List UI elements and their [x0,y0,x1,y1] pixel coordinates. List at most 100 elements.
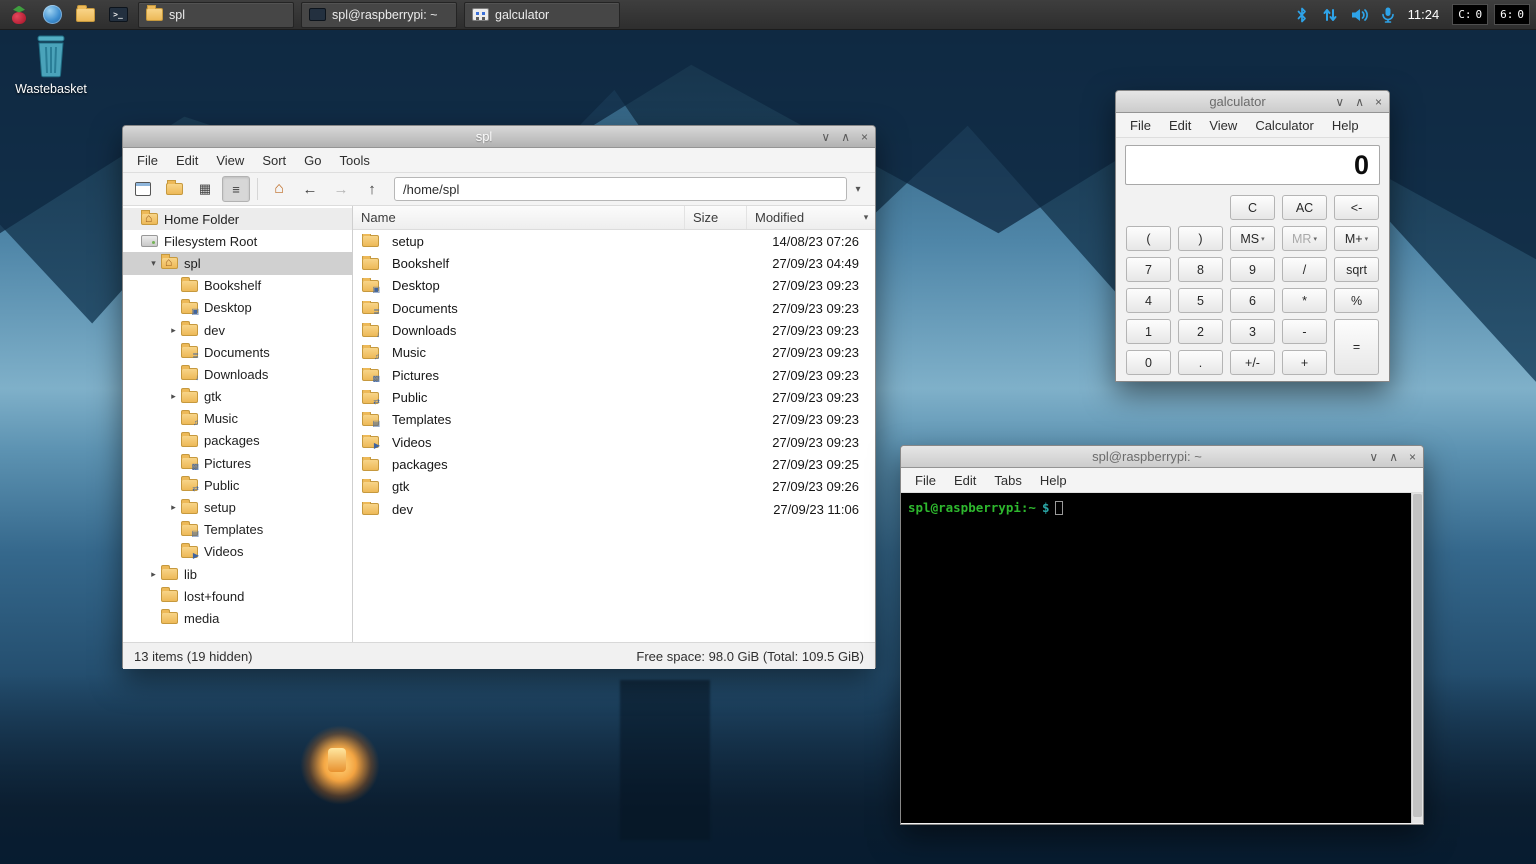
file-row[interactable]: gtk 27/09/23 09:26 [353,476,875,498]
column-header-size[interactable]: Size [685,206,747,229]
menu-item[interactable]: View [1200,118,1246,133]
calculator-key[interactable]: -▾ [1282,319,1327,344]
file-row[interactable]: ▣ Desktop 27/09/23 09:23 [353,275,875,297]
close-icon[interactable]: × [1375,96,1382,108]
file-row[interactable]: ⇄ Public 27/09/23 09:23 [353,386,875,408]
column-header-modified[interactable]: Modified [747,206,857,229]
sidebar-tree-item[interactable]: lost+found [123,585,352,607]
minimize-icon[interactable]: ∨ [1369,451,1378,463]
menu-item[interactable]: Help [1323,118,1368,133]
forward-button[interactable]: → [327,176,355,202]
sidebar-tree-item[interactable]: lib [123,563,352,585]
sidebar-tree-item[interactable]: Filesystem Root [123,230,352,252]
sidebar-tree-item[interactable]: gtk [123,386,352,408]
calculator-key[interactable]: sqrt▾ [1334,257,1379,282]
sidebar-tree-item[interactable]: ≣ Documents [123,341,352,363]
sidebar-tree-item[interactable]: ⇄ Public [123,474,352,496]
tree-expander-icon[interactable] [167,391,180,402]
terminal-titlebar[interactable]: spl@raspberrypi: ~ ∨ ∧ × [901,446,1423,468]
terminal-scrollbar[interactable] [1411,493,1423,823]
menu-item[interactable]: Calculator [1246,118,1323,133]
menu-item[interactable]: File [128,153,167,168]
menu-item[interactable]: Go [295,153,330,168]
calculator-key[interactable]: MS ▾ [1230,226,1275,251]
calculator-titlebar[interactable]: galculator ∨ ∧ × [1116,91,1389,113]
tree-expander-icon[interactable] [147,258,160,269]
calculator-key[interactable]: C▾ [1230,195,1275,220]
file-manager-launcher[interactable] [72,2,98,28]
maximize-icon[interactable]: ∧ [1389,451,1398,463]
menu-item[interactable]: Sort [253,153,295,168]
close-icon[interactable]: × [1409,451,1416,463]
maximize-icon[interactable]: ∧ [1355,96,1364,108]
file-row[interactable]: ≣ Documents 27/09/23 09:23 [353,297,875,319]
calculator-key[interactable]: 4▾ [1126,288,1171,313]
bluetooth-icon[interactable] [1294,6,1310,24]
sidebar-tree-item[interactable]: ↓ Downloads [123,363,352,385]
calculator-key[interactable]: )▾ [1178,226,1223,251]
raspberry-menu-button[interactable] [6,2,32,28]
sidebar-tree-item[interactable]: dev [123,319,352,341]
menu-item[interactable]: Tools [331,153,379,168]
calculator-key[interactable]: /▾ [1282,257,1327,282]
file-row[interactable]: Bookshelf 27/09/23 04:49 [353,252,875,274]
sidebar-tree-item[interactable]: ▶ Videos [123,541,352,563]
sidebar-tree-item[interactable]: Bookshelf [123,275,352,297]
up-button[interactable]: ↑ [358,176,386,202]
taskbar-window-button[interactable]: spl@raspberrypi: ~ [301,1,457,28]
menu-item[interactable]: Edit [945,473,985,488]
sidebar-tree-item[interactable]: Home Folder [123,208,352,231]
sidebar-tree-item[interactable]: spl [123,252,352,275]
scrollbar-thumb[interactable] [1413,494,1422,818]
calculator-key[interactable]: +/-▾ [1230,350,1275,375]
close-icon[interactable]: × [861,131,868,143]
path-input[interactable]: /home/spl [394,177,847,201]
system-monitor-indicator[interactable]: 6: 0 [1494,4,1530,25]
calculator-key[interactable]: 5▾ [1178,288,1223,313]
path-dropdown-button[interactable]: ▾ [847,177,869,201]
calculator-key[interactable]: 3▾ [1230,319,1275,344]
sidebar-tree-item[interactable]: ▩ Pictures [123,452,352,474]
system-monitor-indicator[interactable]: C: 0 [1452,4,1489,25]
calculator-key[interactable]: (▾ [1126,226,1171,251]
taskbar-window-button[interactable]: galculator [464,1,620,28]
calculator-key[interactable]: =▾ [1334,319,1379,375]
column-header-name[interactable]: Name [353,206,685,229]
calculator-key[interactable]: 1▾ [1126,319,1171,344]
file-row[interactable]: packages 27/09/23 09:25 [353,453,875,475]
menu-item[interactable]: File [906,473,945,488]
minimize-icon[interactable]: ∨ [821,131,830,143]
list-view-button[interactable]: ≡ [222,176,250,202]
minimize-icon[interactable]: ∨ [1335,96,1344,108]
menu-item[interactable]: Help [1031,473,1076,488]
calculator-key[interactable]: AC▾ [1282,195,1327,220]
calculator-key[interactable]: 0▾ [1126,350,1171,375]
calculator-key[interactable]: +▾ [1282,350,1327,375]
calculator-key[interactable]: <-▾ [1334,195,1379,220]
microphone-icon[interactable] [1381,6,1395,24]
terminal-output[interactable]: spl@raspberrypi:~ $ [901,493,1423,823]
column-menu-button[interactable]: ▾ [857,206,875,229]
back-button[interactable]: ← [296,176,324,202]
sidebar-tree-item[interactable]: ▤ Templates [123,519,352,541]
menu-item[interactable]: View [207,153,253,168]
file-row[interactable]: setup 14/08/23 07:26 [353,230,875,252]
file-row[interactable]: dev 27/09/23 11:06 [353,498,875,520]
menu-item[interactable]: File [1121,118,1160,133]
calculator-key[interactable]: %▾ [1334,288,1379,313]
home-button[interactable]: ⌂ [265,176,293,202]
taskbar-window-button[interactable]: spl [138,1,294,28]
icon-view-button[interactable]: ▦ [191,176,219,202]
menu-item[interactable]: Edit [1160,118,1200,133]
tree-expander-icon[interactable] [147,569,160,580]
sidebar-tree-item[interactable]: ♫ Music [123,408,352,430]
maximize-icon[interactable]: ∧ [841,131,850,143]
new-window-button[interactable] [129,176,157,202]
new-tab-button[interactable] [160,176,188,202]
calculator-key[interactable]: MR ▾ [1282,226,1327,251]
web-browser-launcher[interactable] [39,2,65,28]
calculator-key[interactable]: *▾ [1282,288,1327,313]
calculator-key[interactable]: 8▾ [1178,257,1223,282]
file-row[interactable]: ▤ Templates 27/09/23 09:23 [353,409,875,431]
file-row[interactable]: ♫ Music 27/09/23 09:23 [353,342,875,364]
